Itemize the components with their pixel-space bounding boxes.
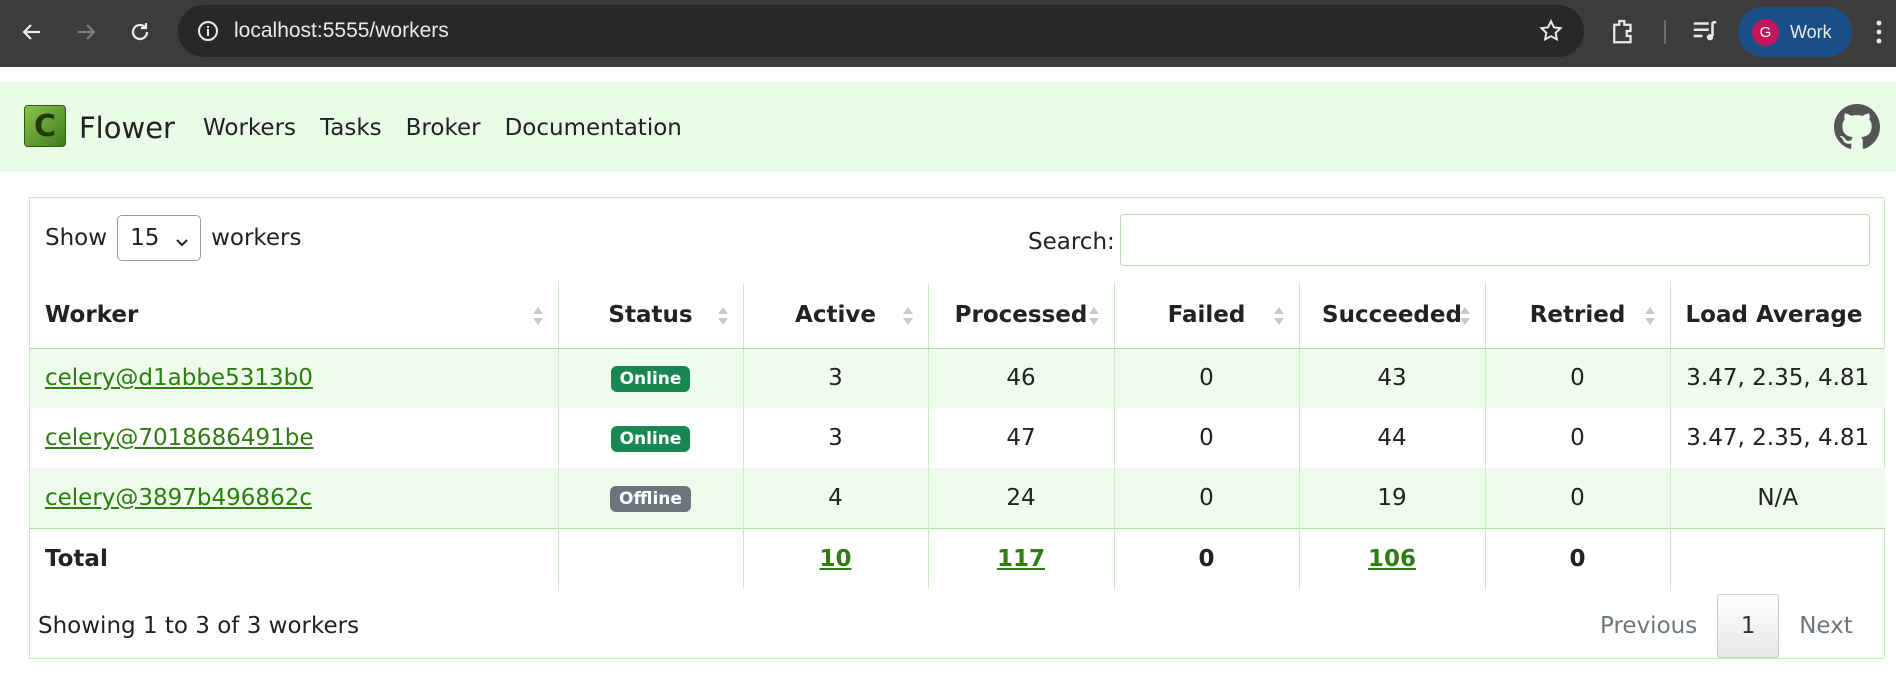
active-cell: 4 (743, 468, 929, 528)
worker-link[interactable]: celery@d1abbe5313b0 (45, 365, 313, 391)
active-cell: 3 (743, 408, 929, 468)
total-active-link[interactable]: 10 (819, 546, 851, 572)
total-row: Total 10 117 0 106 0 (30, 527, 1885, 590)
column-header-succeeded[interactable]: Succeeded (1299, 282, 1486, 349)
profile-label: Work (1790, 22, 1832, 42)
profile-button[interactable]: G Work (1738, 7, 1852, 57)
table-info: Showing 1 to 3 of 3 workers (38, 613, 360, 639)
info-icon[interactable] (196, 19, 220, 43)
toolbar-divider (1664, 20, 1666, 44)
column-header-active[interactable]: Active (743, 282, 929, 349)
show-suffix: workers (211, 225, 302, 251)
total-label: Total (30, 527, 559, 590)
table-row: celery@7018686491be Online 3 47 0 44 0 3… (30, 408, 1885, 468)
load-average-cell: 3.47, 2.35, 4.81 (1670, 348, 1885, 408)
url-text: localhost:5555/workers (234, 19, 449, 42)
back-arrow-icon[interactable] (16, 16, 48, 48)
github-icon[interactable] (1834, 104, 1880, 150)
page-button-1[interactable]: 1 (1717, 594, 1780, 658)
nav-link-documentation[interactable]: Documentation (505, 115, 682, 141)
show-label: Show (45, 225, 108, 251)
active-cell: 3 (743, 348, 929, 408)
search-label: Search: (1028, 229, 1115, 255)
nav-link-broker[interactable]: Broker (406, 115, 481, 141)
processed-cell: 47 (928, 408, 1115, 468)
load-average-cell: 3.47, 2.35, 4.81 (1686, 425, 1870, 451)
load-average-cell: N/A (1670, 468, 1885, 528)
page-size-select[interactable]: 15 (117, 215, 202, 261)
navbar: C Flower Workers Tasks Broker Documentat… (0, 82, 1896, 172)
nav-links: Workers Tasks Broker Documentation (203, 82, 706, 174)
celery-logo-icon[interactable]: C (24, 105, 66, 147)
sort-icon (532, 307, 543, 325)
avatar: G (1752, 19, 1779, 46)
column-header-retried[interactable]: Retried (1485, 282, 1671, 349)
column-header-processed[interactable]: Processed (928, 282, 1115, 349)
next-button[interactable]: Next (1779, 613, 1873, 639)
retried-cell: 0 (1485, 348, 1671, 408)
succeeded-cell: 19 (1299, 468, 1486, 528)
processed-cell: 46 (928, 348, 1115, 408)
page-size-control: Show 15 workers (45, 214, 302, 262)
kebab-menu-icon[interactable] (1872, 18, 1886, 46)
failed-cell: 0 (1114, 468, 1300, 528)
retried-cell: 0 (1485, 468, 1671, 528)
nav-link-workers[interactable]: Workers (203, 115, 296, 141)
column-header-worker[interactable]: Worker (30, 282, 559, 349)
status-badge: Online (610, 366, 691, 393)
page-size-value: 15 (130, 225, 160, 251)
status-badge: Online (610, 426, 691, 452)
chevron-down-icon (174, 230, 190, 247)
total-retried: 0 (1485, 527, 1671, 590)
sort-icon (717, 307, 728, 325)
sort-icon (902, 307, 913, 325)
browser-toolbar: localhost:5555/workers G Work (0, 0, 1896, 67)
pagination: Previous 1 Next (1580, 594, 1873, 658)
forward-arrow-icon[interactable] (70, 16, 102, 48)
table-row: celery@d1abbe5313b0 Online 3 46 0 43 0 3… (30, 348, 1885, 408)
nav-link-tasks[interactable]: Tasks (320, 115, 382, 141)
total-succeeded-link[interactable]: 106 (1368, 546, 1416, 572)
address-bar[interactable]: localhost:5555/workers (178, 5, 1584, 57)
sort-icon (1088, 307, 1099, 325)
reload-icon[interactable] (124, 16, 156, 48)
total-status-cell (558, 527, 744, 590)
brand-name[interactable]: Flower (79, 82, 175, 174)
previous-button[interactable]: Previous (1580, 613, 1717, 639)
media-icon[interactable] (1690, 16, 1720, 46)
total-load-cell (1670, 527, 1885, 590)
total-processed-link[interactable]: 117 (997, 546, 1045, 572)
star-icon[interactable] (1538, 18, 1564, 44)
processed-cell: 24 (928, 468, 1115, 528)
sort-icon (1459, 307, 1470, 325)
column-header-load-average[interactable]: Load Average (1670, 282, 1885, 349)
status-badge: Offline (610, 485, 691, 512)
succeeded-cell: 43 (1299, 348, 1486, 408)
table-header-row: Worker Status Active Processed Failed Su… (30, 282, 1885, 349)
worker-link[interactable]: celery@3897b496862c (45, 485, 312, 511)
column-header-failed[interactable]: Failed (1114, 282, 1300, 349)
sort-icon (1644, 307, 1655, 325)
total-failed: 0 (1114, 527, 1300, 590)
search-input[interactable] (1120, 214, 1870, 266)
workers-table: Worker Status Active Processed Failed Su… (30, 282, 1885, 590)
sort-icon (1273, 307, 1284, 325)
succeeded-cell: 44 (1299, 408, 1486, 468)
extensions-icon[interactable] (1608, 16, 1638, 46)
worker-link[interactable]: celery@7018686491be (45, 425, 314, 451)
failed-cell: 0 (1114, 408, 1300, 468)
failed-cell: 0 (1114, 348, 1300, 408)
table-row: celery@3897b496862c Offline 4 24 0 19 0 … (30, 468, 1885, 528)
retried-cell: 0 (1485, 408, 1671, 468)
column-header-status[interactable]: Status (558, 282, 744, 349)
